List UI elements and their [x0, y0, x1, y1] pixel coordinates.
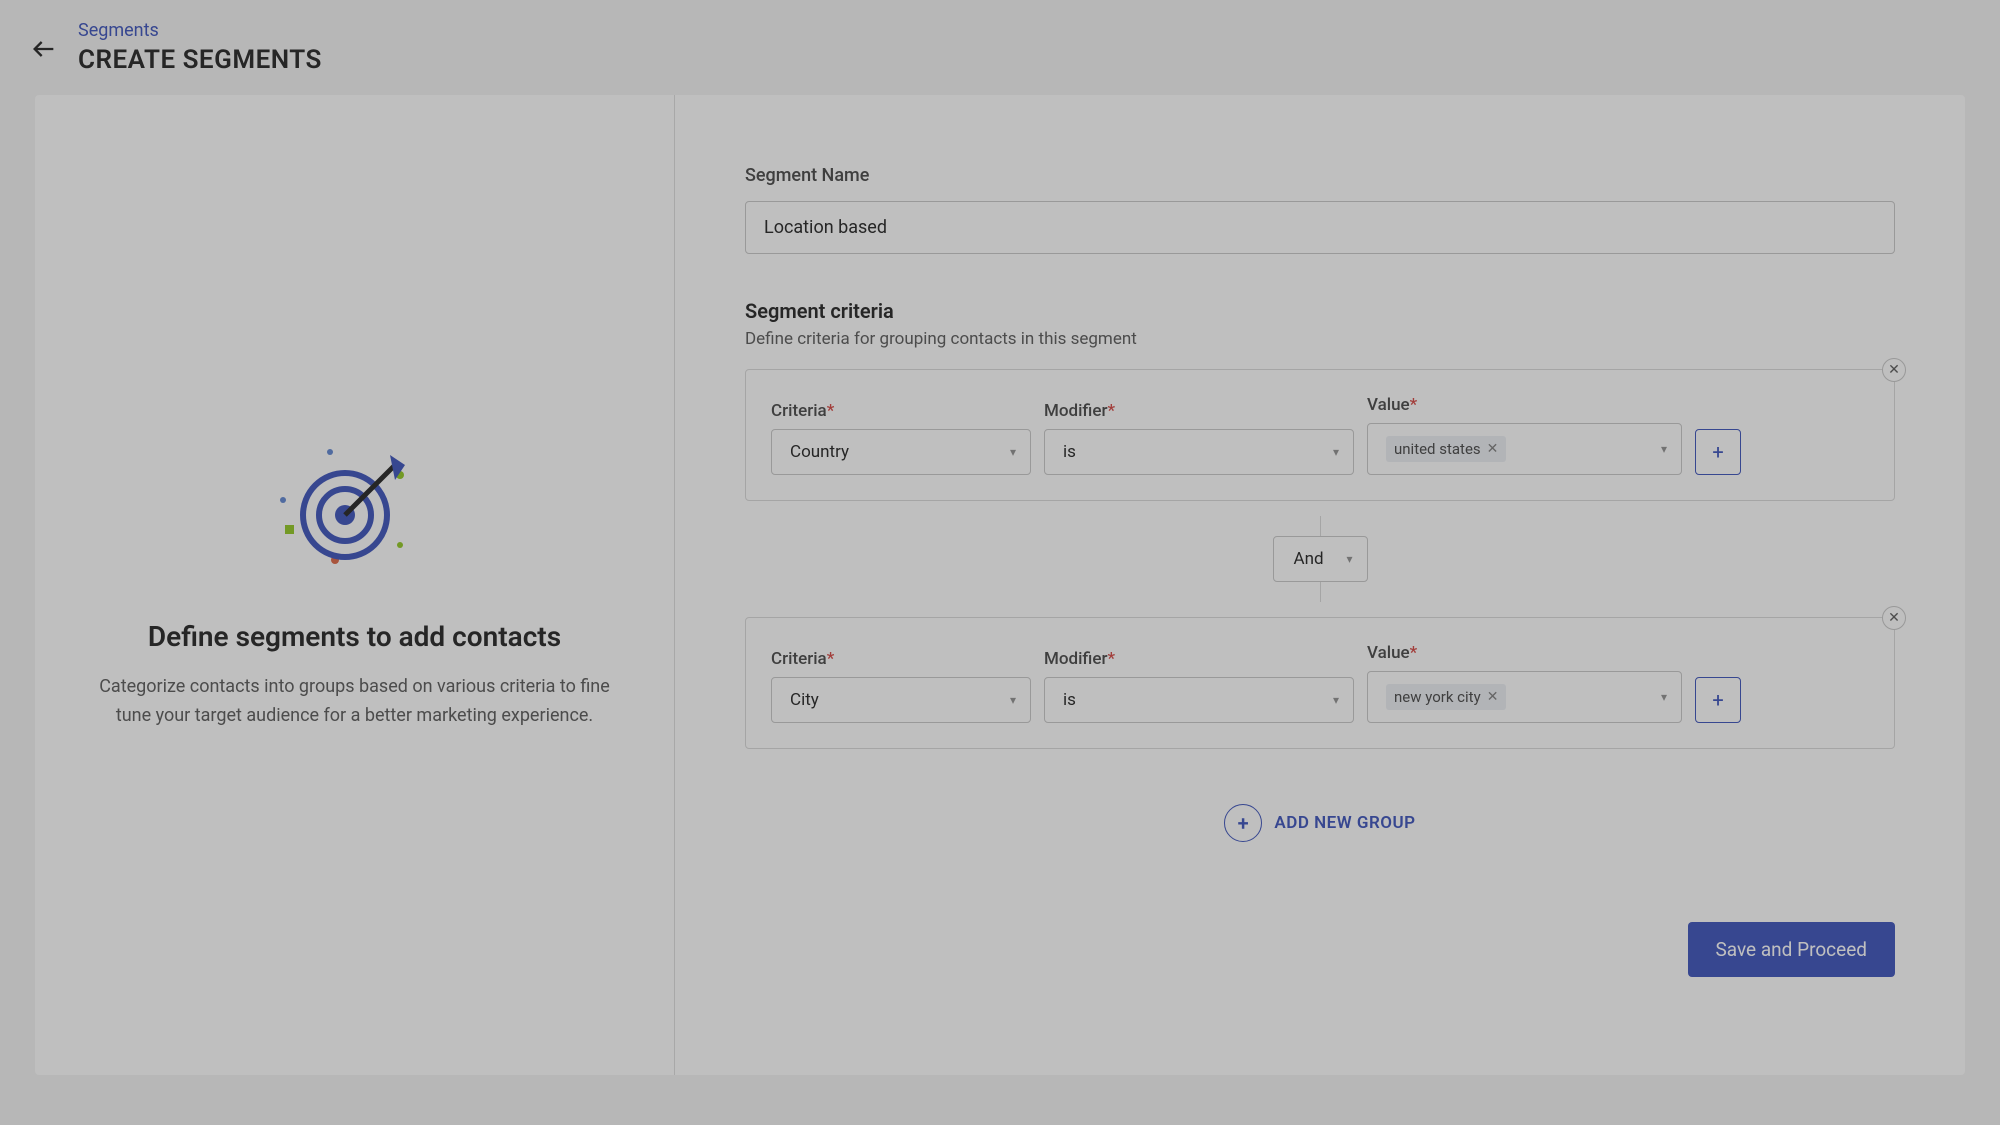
- connector-select[interactable]: And ▾: [1273, 536, 1368, 582]
- info-description: Categorize contacts into groups based on…: [90, 673, 620, 731]
- modifier-select[interactable]: is ▾: [1044, 677, 1354, 723]
- modifier-select[interactable]: is ▾: [1044, 429, 1354, 475]
- add-criteria-button[interactable]: +: [1695, 677, 1741, 723]
- modifier-label: Modifier*: [1044, 649, 1354, 669]
- save-and-proceed-button[interactable]: Save and Proceed: [1688, 922, 1896, 977]
- plus-circle-icon: +: [1224, 804, 1262, 842]
- segment-name-label: Segment Name: [745, 165, 1895, 186]
- target-illustration: [265, 440, 445, 580]
- criteria-label: Criteria*: [771, 649, 1031, 669]
- criteria-description: Define criteria for grouping contacts in…: [745, 329, 1895, 349]
- back-arrow-icon[interactable]: [30, 35, 58, 70]
- chevron-down-icon: ▾: [1661, 442, 1667, 456]
- chevron-down-icon: ▾: [1010, 445, 1016, 459]
- chevron-down-icon: ▾: [1346, 552, 1352, 566]
- criteria-label: Criteria*: [771, 401, 1031, 421]
- info-panel: Define segments to add contacts Categori…: [35, 95, 675, 1075]
- add-criteria-button[interactable]: +: [1695, 429, 1741, 475]
- value-select[interactable]: new york city ✕ ▾: [1367, 671, 1682, 723]
- value-select[interactable]: united states ✕ ▾: [1367, 423, 1682, 475]
- criteria-select[interactable]: City ▾: [771, 677, 1031, 723]
- value-label: Value*: [1367, 395, 1682, 415]
- chevron-down-icon: ▾: [1333, 693, 1339, 707]
- close-icon: ✕: [1888, 610, 1900, 626]
- breadcrumb-segments[interactable]: Segments: [78, 20, 322, 41]
- value-tag: new york city ✕: [1386, 684, 1506, 710]
- criteria-select[interactable]: Country ▾: [771, 429, 1031, 475]
- criteria-group: ✕ Criteria* City ▾ Modifier*: [745, 617, 1895, 749]
- chevron-down-icon: ▾: [1010, 693, 1016, 707]
- modifier-label: Modifier*: [1044, 401, 1354, 421]
- plus-icon: +: [1712, 440, 1723, 464]
- remove-tag-icon[interactable]: ✕: [1487, 689, 1499, 705]
- remove-group-button[interactable]: ✕: [1882, 606, 1906, 630]
- plus-icon: +: [1712, 688, 1723, 712]
- page-title: CREATE SEGMENTS: [78, 45, 322, 75]
- chevron-down-icon: ▾: [1661, 690, 1667, 704]
- value-tag: united states ✕: [1386, 436, 1506, 462]
- value-label: Value*: [1367, 643, 1682, 663]
- criteria-heading: Segment criteria: [745, 299, 1895, 323]
- segment-name-input[interactable]: [745, 201, 1895, 254]
- close-icon: ✕: [1888, 362, 1900, 378]
- criteria-group: ✕ Criteria* Country ▾ Modifier*: [745, 369, 1895, 501]
- add-new-group-button[interactable]: + ADD NEW GROUP: [1224, 804, 1415, 842]
- chevron-down-icon: ▾: [1333, 445, 1339, 459]
- connector: And ▾: [745, 516, 1895, 602]
- remove-group-button[interactable]: ✕: [1882, 358, 1906, 382]
- remove-tag-icon[interactable]: ✕: [1487, 441, 1499, 457]
- info-heading: Define segments to add contacts: [148, 620, 561, 653]
